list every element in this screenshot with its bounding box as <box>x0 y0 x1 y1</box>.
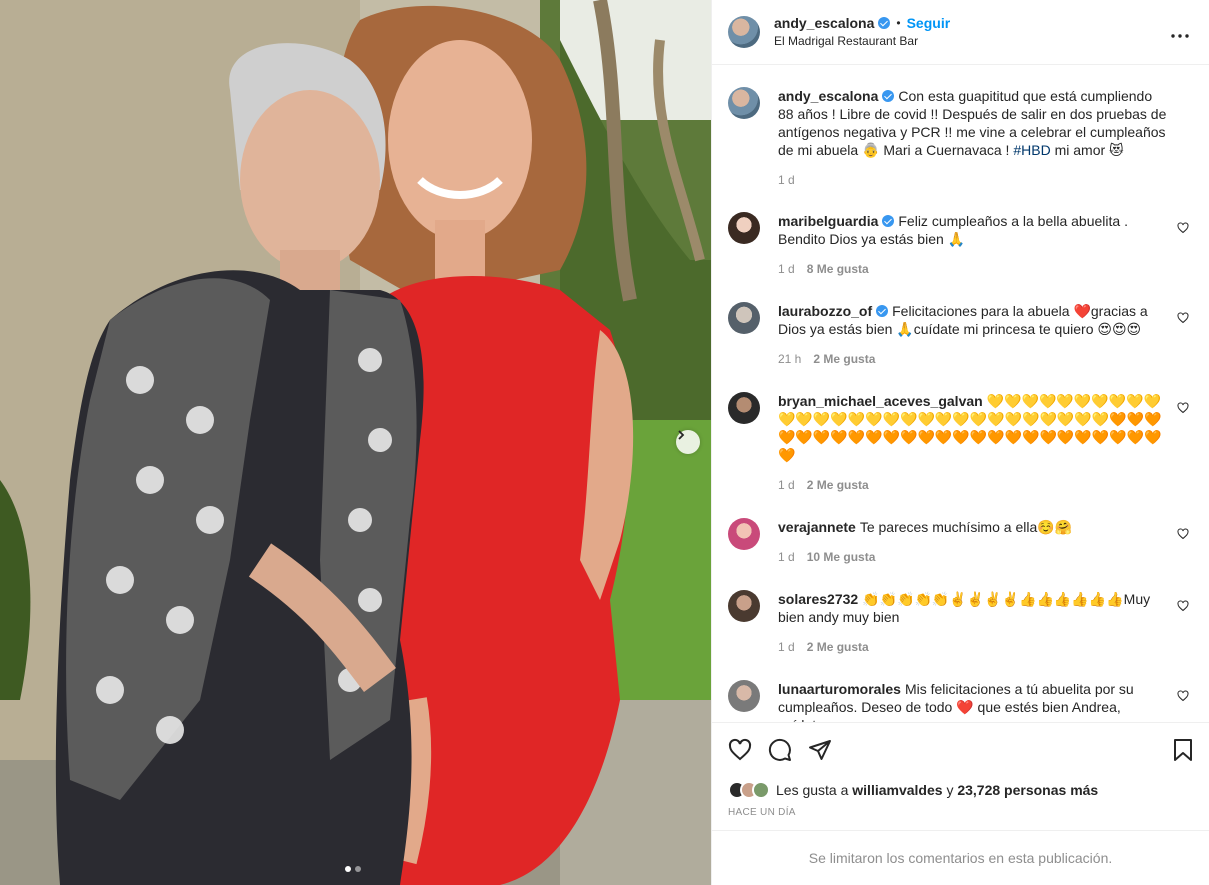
comment-icon[interactable] <box>768 738 792 762</box>
photo-illustration <box>0 0 711 885</box>
more-horizontal-icon[interactable] <box>1171 25 1189 43</box>
comment-time[interactable]: 1 d <box>778 550 795 564</box>
next-photo-button[interactable] <box>676 430 700 454</box>
comment-likes[interactable]: 2 Me gusta <box>807 640 869 654</box>
comment-item: solares2732 👏👏👏👏👏✌️✌️✌️✌️👍👍👍👍👍👍Muy bien a… <box>728 590 1193 680</box>
comments-limited-notice: Se limitaron los comentarios en esta pub… <box>712 830 1209 885</box>
comment-avatar[interactable] <box>728 302 760 335</box>
comment-item: maribelguardia Feliz cumpleaños a la bell… <box>728 212 1193 302</box>
comment-likes[interactable]: 10 Me gusta <box>807 550 876 564</box>
likes-count[interactable]: 23,728 personas más <box>957 782 1098 798</box>
comment-item: verajannete Te pareces muchísimo a ella☺️… <box>728 518 1193 590</box>
post-header: andy_escalona • Seguir El Madrigal Resta… <box>712 0 1209 66</box>
comment-like-heart-icon[interactable] <box>1177 312 1189 324</box>
comment-item: laurabozzo_of Felicitaciones para la abue… <box>728 302 1193 392</box>
comment-username[interactable]: bryan_michael_aceves_galvan <box>778 393 983 409</box>
comment-text: Te pareces muchísimo a ella☺️🤗 <box>859 519 1073 536</box>
caption-text-end: mi amor 😻 <box>1054 142 1124 159</box>
verified-badge-icon <box>878 17 891 30</box>
likes-text: Les gusta a williamvaldes y 23,728 perso… <box>776 782 1098 798</box>
carousel-indicator <box>345 866 361 872</box>
comment-likes[interactable]: 2 Me gusta <box>807 478 869 492</box>
separator: • <box>896 16 901 31</box>
comment-time[interactable]: 1 d <box>778 262 795 276</box>
caption-username[interactable]: andy_escalona <box>778 88 878 104</box>
comment-item: lunaarturomorales Mis felicitaciones a tú… <box>728 680 1193 722</box>
verified-badge-icon <box>876 305 889 318</box>
chevron-right-icon <box>678 430 685 440</box>
caption-time[interactable]: 1 d <box>778 173 795 187</box>
location-link[interactable]: El Madrigal Restaurant Bar <box>774 32 950 50</box>
liker-avatar[interactable] <box>752 780 770 799</box>
liker-avatars <box>728 780 770 799</box>
follow-button[interactable]: Seguir <box>907 14 951 32</box>
comment-username[interactable]: solares2732 <box>778 591 858 607</box>
comment-username[interactable]: verajannete <box>778 519 856 535</box>
carousel-dot-active <box>345 866 351 872</box>
caption-avatar[interactable] <box>728 87 760 120</box>
comment-time[interactable]: 1 d <box>778 478 795 492</box>
heart-icon[interactable] <box>728 738 752 762</box>
likes-middle: y <box>946 781 954 798</box>
post-side-panel: andy_escalona • Seguir El Madrigal Resta… <box>711 0 1209 885</box>
comment-like-heart-icon[interactable] <box>1177 690 1189 702</box>
verified-badge-icon <box>882 215 895 228</box>
instagram-post: andy_escalona • Seguir El Madrigal Resta… <box>0 0 1209 885</box>
author-avatar[interactable] <box>728 16 760 49</box>
comment-item: bryan_michael_aceves_galvan 💛💛💛💛💛💛💛💛💛💛💛💛💛… <box>728 392 1193 518</box>
comment-avatar[interactable] <box>728 392 760 425</box>
comment-username[interactable]: lunaarturomorales <box>778 681 901 697</box>
comment-time[interactable]: 21 h <box>778 352 801 366</box>
post-photo[interactable] <box>0 0 711 885</box>
comment-avatar[interactable] <box>728 680 760 713</box>
comment-avatar[interactable] <box>728 590 760 623</box>
liker-username[interactable]: williamvaldes <box>852 782 942 798</box>
likes-prefix: Les gusta a <box>776 781 849 798</box>
comment-like-heart-icon[interactable] <box>1177 528 1189 540</box>
post-actions <box>712 722 1209 777</box>
comment-time[interactable]: 1 d <box>778 640 795 654</box>
comment-like-heart-icon[interactable] <box>1177 222 1189 234</box>
comment-likes[interactable]: 2 Me gusta <box>813 352 875 366</box>
hashtag-link[interactable]: #HBD <box>1013 142 1050 158</box>
likes-summary: Les gusta a williamvaldes y 23,728 perso… <box>712 777 1209 803</box>
comments-list[interactable]: andy_escalona Con esta guapititud que est… <box>712 65 1209 722</box>
post-timestamp[interactable]: HACE UN DÍA <box>712 803 1209 831</box>
verified-badge-icon <box>882 90 895 103</box>
comment-like-heart-icon[interactable] <box>1177 402 1189 414</box>
comment-avatar[interactable] <box>728 518 760 551</box>
comment-username[interactable]: maribelguardia <box>778 213 878 229</box>
comment-username[interactable]: laurabozzo_of <box>778 303 872 319</box>
comment-likes[interactable]: 8 Me gusta <box>807 262 869 276</box>
bookmark-icon[interactable] <box>1173 738 1193 767</box>
comment-like-heart-icon[interactable] <box>1177 600 1189 612</box>
carousel-dot <box>355 866 361 872</box>
comment-avatar[interactable] <box>728 212 760 245</box>
caption: andy_escalona Con esta guapititud que est… <box>728 87 1193 212</box>
send-icon[interactable] <box>808 738 832 762</box>
author-username[interactable]: andy_escalona <box>774 14 874 32</box>
